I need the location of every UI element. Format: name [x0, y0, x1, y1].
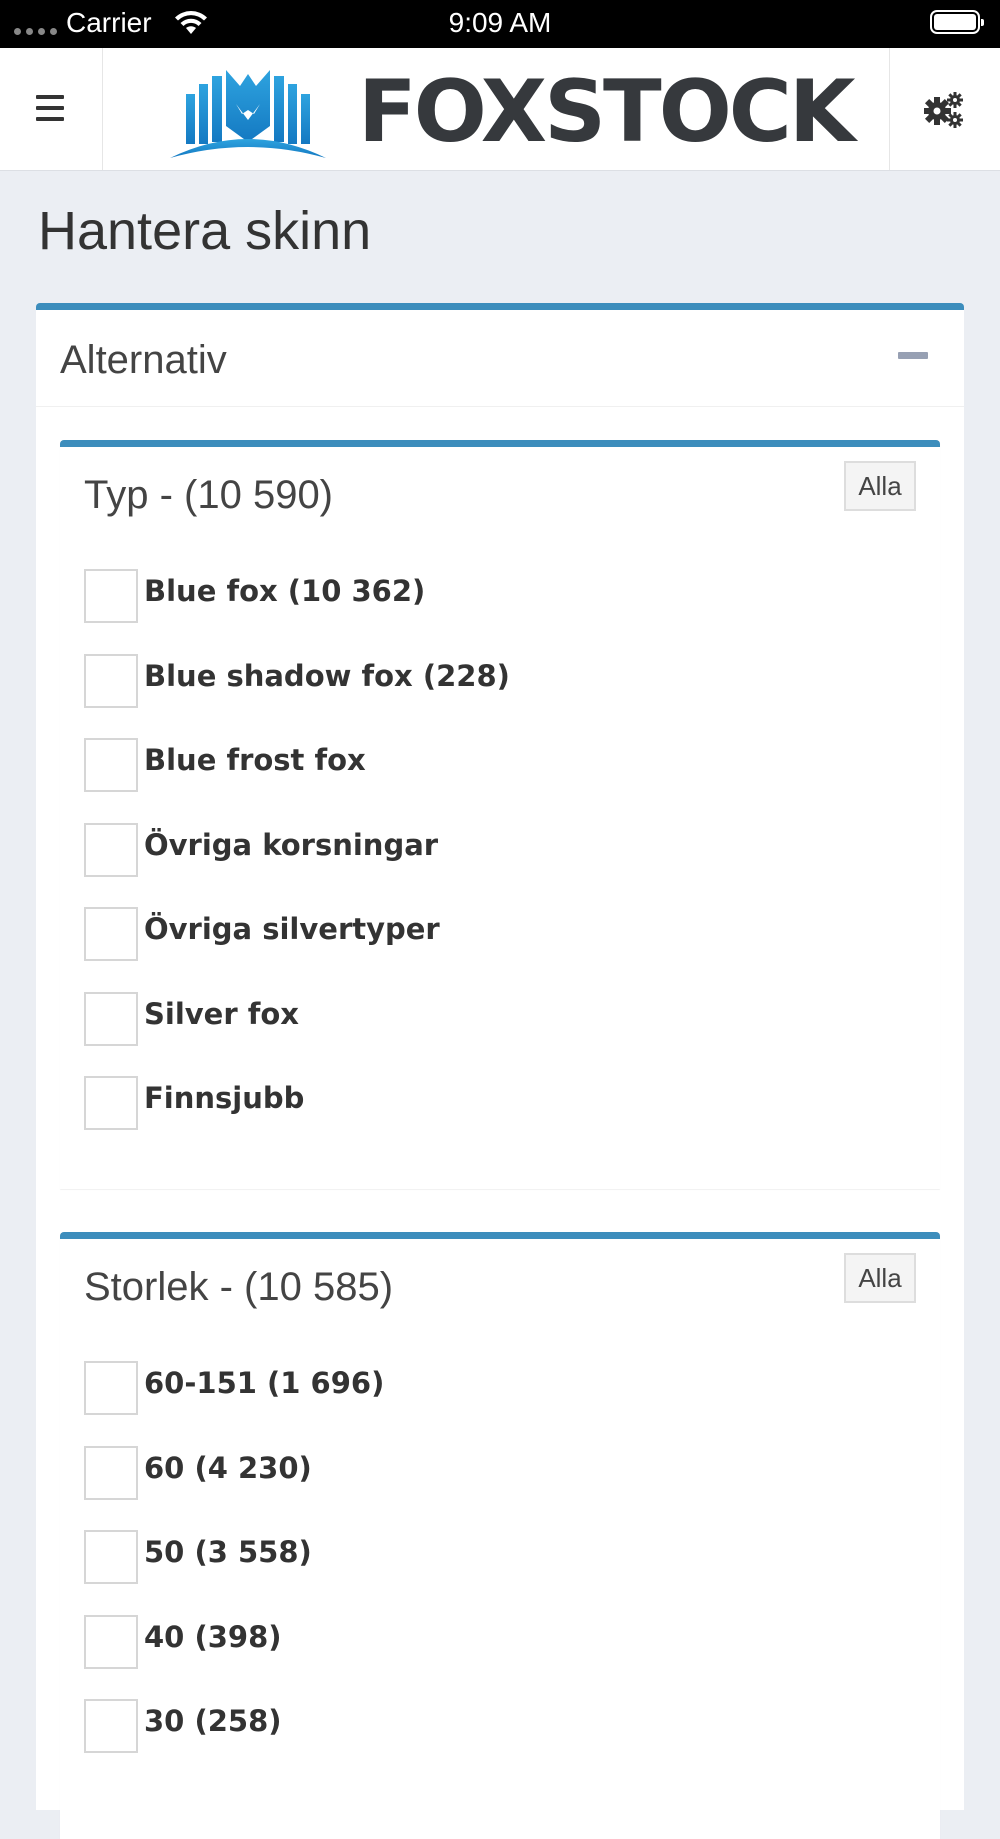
- option-label: Silver fox: [144, 996, 299, 1031]
- option-label: 30 (258): [144, 1704, 282, 1738]
- checkbox[interactable]: [84, 1361, 138, 1415]
- checkbox[interactable]: [84, 738, 138, 792]
- typ-option[interactable]: Silver fox: [84, 991, 510, 1077]
- page-title: Hantera skinn: [38, 201, 372, 261]
- foxstock-logo: FOXSTOCK: [166, 62, 856, 162]
- option-label: Blue shadow fox (228): [144, 658, 510, 693]
- storlek-option[interactable]: 60-151 (1 696): [84, 1361, 384, 1446]
- checkbox[interactable]: [84, 907, 138, 961]
- filter-title-storlek: Storlek - (10 585): [84, 1265, 394, 1309]
- option-label: Blue fox (10 362): [144, 574, 426, 608]
- option-label: Finnsjubb: [144, 1081, 305, 1115]
- storlek-option[interactable]: 30 (258): [84, 1699, 384, 1784]
- filter-title-typ: Typ - (10 590): [84, 473, 334, 517]
- storlek-option[interactable]: 50 (3 558): [84, 1530, 384, 1615]
- battery-icon: [930, 10, 984, 34]
- minus-icon: [898, 352, 928, 359]
- typ-option[interactable]: Övriga korsningar: [84, 822, 510, 908]
- hamburger-menu-icon: [36, 95, 64, 128]
- storlek-option[interactable]: 40 (398): [84, 1614, 384, 1700]
- typ-option[interactable]: Finnsjubb: [84, 1076, 510, 1161]
- option-label: Blue frost fox: [144, 743, 366, 777]
- typ-option-list: Blue fox (10 362) Blue shadow fox (228) …: [84, 569, 510, 1161]
- filter-box-storlek: Storlek - (10 585) Alla 60-151 (1 696) 6…: [60, 1232, 940, 1839]
- select-all-typ-button[interactable]: Alla: [844, 461, 916, 511]
- logo-text: FOXSTOCK: [358, 62, 856, 162]
- options-box: Alternativ Typ - (10 590) Alla Blue fox …: [36, 303, 964, 1839]
- checkbox[interactable]: [84, 1614, 138, 1669]
- option-label: Övriga silvertyper: [144, 912, 440, 946]
- checkbox[interactable]: [84, 991, 138, 1046]
- option-label: 50 (3 558): [144, 1535, 312, 1569]
- checkbox[interactable]: [84, 1076, 138, 1130]
- settings-button[interactable]: [889, 48, 1000, 170]
- checkbox[interactable]: [84, 822, 138, 877]
- checkbox[interactable]: [84, 1699, 138, 1753]
- checkbox[interactable]: [84, 1445, 138, 1500]
- gears-icon: [924, 92, 963, 128]
- status-time: 9:09 AM: [448, 7, 552, 38]
- options-box-header: Alternativ: [36, 310, 964, 407]
- options-box-title: Alternativ: [60, 338, 227, 382]
- typ-option[interactable]: Övriga silvertyper: [84, 907, 510, 992]
- option-label: Övriga korsningar: [144, 827, 439, 862]
- menu-button[interactable]: [0, 48, 103, 170]
- typ-option[interactable]: Blue shadow fox (228): [84, 653, 510, 739]
- collapse-button[interactable]: [898, 352, 928, 360]
- checkbox[interactable]: [84, 653, 138, 708]
- option-label: 60-151 (1 696): [144, 1366, 385, 1400]
- storlek-option-list: 60-151 (1 696) 60 (4 230) 50 (3 558) 40 …: [84, 1361, 384, 1784]
- checkbox[interactable]: [84, 569, 138, 623]
- option-label: 60 (4 230): [144, 1450, 312, 1485]
- checkbox[interactable]: [84, 1530, 138, 1584]
- fox-logo-icon: [170, 70, 326, 158]
- typ-option[interactable]: Blue fox (10 362): [84, 569, 510, 654]
- filter-box-typ: Typ - (10 590) Alla Blue fox (10 362) Bl…: [60, 440, 940, 1189]
- storlek-option[interactable]: 60 (4 230): [84, 1445, 384, 1531]
- top-navbar: FOXSTOCK: [0, 48, 1000, 171]
- option-label: 40 (398): [144, 1619, 282, 1654]
- select-all-storlek-button[interactable]: Alla: [844, 1253, 916, 1303]
- typ-option[interactable]: Blue frost fox: [84, 738, 510, 823]
- status-bar: Carrier 9:09 AM: [0, 0, 1000, 48]
